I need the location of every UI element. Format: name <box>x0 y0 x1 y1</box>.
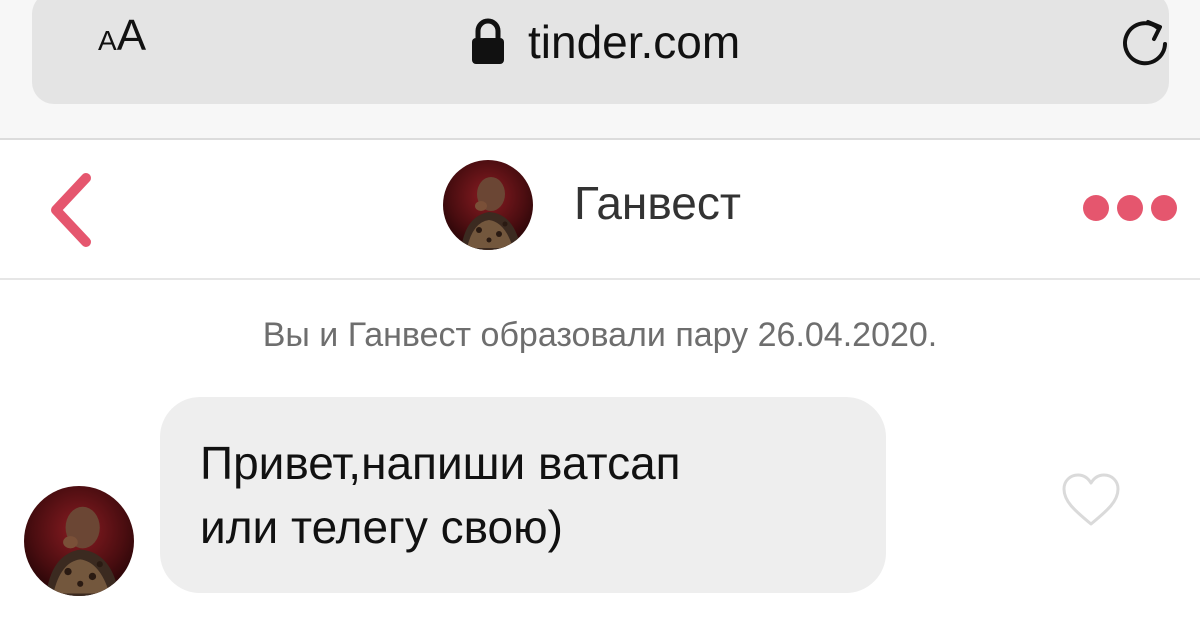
heart-icon[interactable] <box>1060 472 1122 528</box>
address-bar[interactable]: AA tinder.com <box>32 0 1169 104</box>
avatar[interactable] <box>443 160 533 250</box>
back-chevron-icon <box>51 173 91 247</box>
message-bubble[interactable]: Привет,напиши ватсап или телегу свою) <box>160 397 886 593</box>
lock-icon <box>470 18 506 66</box>
text-size-button[interactable]: AA <box>98 14 146 58</box>
contact-name[interactable]: Ганвест <box>574 176 741 230</box>
text-size-small-label: A <box>98 25 117 56</box>
back-button[interactable] <box>40 170 110 250</box>
message-text-line: Привет,напиши ватсап <box>200 437 681 489</box>
message-text-line: или телегу свою) <box>200 501 563 553</box>
browser-toolbar: AA tinder.com <box>0 0 1200 140</box>
reload-icon[interactable] <box>1118 14 1174 70</box>
text-size-big-label: A <box>116 11 147 60</box>
url-text: tinder.com <box>528 16 741 68</box>
url-display[interactable]: tinder.com <box>470 12 740 72</box>
more-dots-icon <box>1083 195 1177 221</box>
more-options-button[interactable] <box>1080 190 1180 226</box>
message-avatar[interactable] <box>24 486 134 596</box>
match-note: Вы и Ганвест образовали пару 26.04.2020. <box>262 316 938 354</box>
chat-header: Ганвест <box>0 140 1200 280</box>
